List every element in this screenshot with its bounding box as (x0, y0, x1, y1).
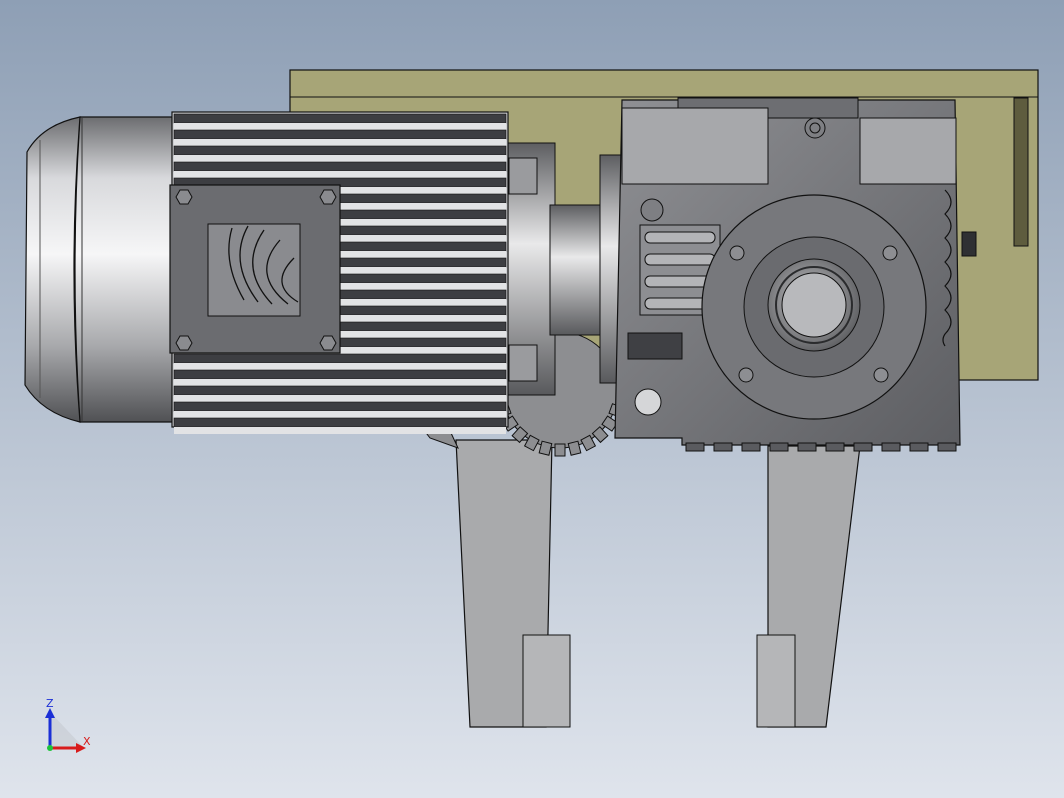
x-axis-label: X (83, 735, 91, 748)
worm-gearbox[interactable] (614, 97, 977, 452)
cad-viewport[interactable]: Z X (0, 0, 1064, 798)
terminal-box[interactable] (169, 184, 341, 354)
model-scene[interactable] (0, 0, 1064, 798)
motor-end-cap[interactable] (24, 116, 176, 423)
z-axis-label: Z (46, 697, 54, 710)
